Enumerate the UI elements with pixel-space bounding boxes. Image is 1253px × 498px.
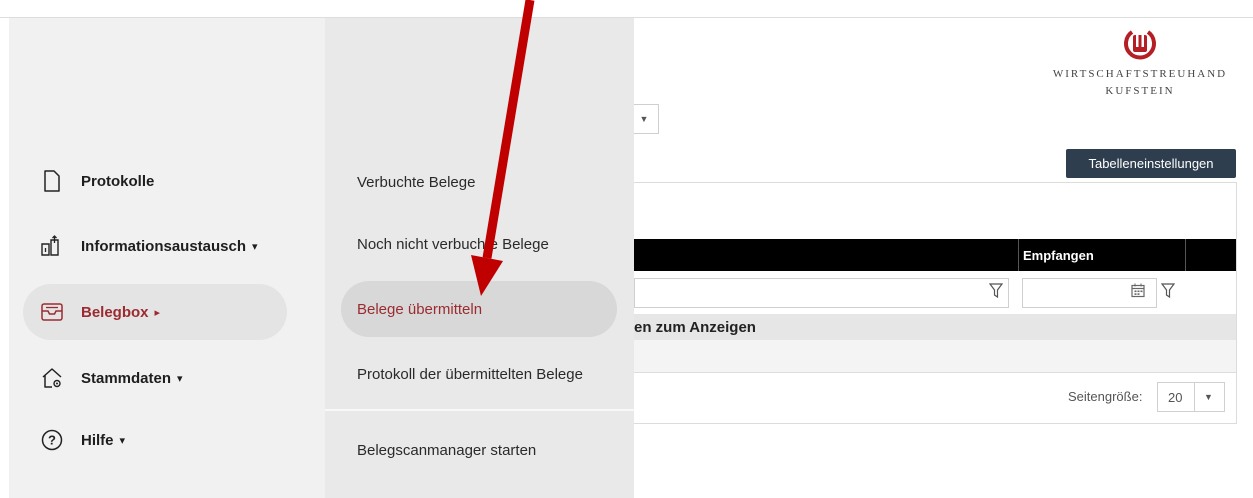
logo-line2: KUFSTEIN — [1105, 85, 1175, 97]
belegbox-submenu: Verbuchte Belege Noch nicht verbuchte Be… — [325, 18, 634, 498]
page-size-select[interactable]: 20 ▼ — [1157, 382, 1225, 412]
filter-input-column[interactable] — [634, 278, 1009, 308]
chevron-down-icon: ▾ — [119, 434, 126, 447]
submenu-item-verbuchte-belege[interactable]: Verbuchte Belege — [341, 159, 617, 205]
filter-icon-empfangen[interactable] — [1160, 283, 1176, 302]
chevron-down-icon: ▾ — [177, 372, 183, 385]
sidebar-item-label: Belegbox — [81, 303, 149, 321]
help-icon: ? — [37, 427, 67, 453]
sidebar-item-label: Hilfe — [81, 431, 114, 449]
company-logo: WIRTSCHAFTSTREUHAND KUFSTEIN — [1040, 28, 1240, 99]
filter-dropdown-toggle[interactable]: ▼ — [630, 104, 659, 134]
calendar-icon[interactable] — [1131, 283, 1145, 301]
chevron-down-icon: ▾ — [252, 240, 258, 253]
sidebar-item-stammdaten[interactable]: Stammdaten ▾ — [23, 350, 287, 406]
logo-emblem-icon — [1124, 30, 1156, 60]
sidebar-item-informationsaustausch[interactable]: Informationsaustausch ▾ — [23, 218, 287, 274]
sidebar-item-label: Informationsaustausch — [81, 237, 247, 255]
table-settings-button[interactable]: Tabelleneinstellungen — [1066, 149, 1236, 178]
sidebar-item-belegbox[interactable]: Belegbox ▸ — [23, 284, 287, 340]
sidebar-item-protokolle[interactable]: Protokolle — [23, 153, 287, 209]
column-header-empfangen[interactable]: Empfangen — [1018, 239, 1186, 271]
sidebar-item-hilfe[interactable]: ? Hilfe ▾ — [23, 412, 287, 468]
logo-line1: WIRTSCHAFTSTREUHAND — [1052, 68, 1228, 80]
submenu-divider — [325, 409, 634, 411]
submenu-item-noch-nicht-verbuchte[interactable]: Noch nicht verbuchte Belege — [341, 221, 617, 267]
home-settings-icon — [37, 365, 67, 391]
submenu-item-protokoll-uebermittelt[interactable]: Protokoll der übermittelten Belege — [341, 351, 617, 397]
submenu-item-belege-uebermitteln[interactable]: Belege übermitteln — [341, 281, 617, 337]
sidebar-item-label: Stammdaten — [81, 369, 172, 387]
inbox-icon — [37, 299, 67, 325]
empty-row — [634, 340, 1236, 373]
exchange-icon — [37, 233, 67, 259]
document-icon — [37, 168, 67, 194]
submenu-item-belegscanmanager[interactable]: Belegscanmanager starten — [341, 427, 617, 473]
page-size-value: 20 — [1168, 389, 1183, 405]
sidebar: Protokolle Informationsaustausch ▾ Beleg… — [9, 18, 325, 498]
filter-icon[interactable] — [988, 283, 1004, 302]
svg-text:?: ? — [48, 433, 56, 448]
chevron-right-icon: ▸ — [154, 306, 161, 319]
chevron-down-icon: ▼ — [1204, 392, 1213, 402]
no-data-message: en zum Anzeigen — [634, 314, 1236, 340]
sidebar-item-label: Protokolle — [81, 172, 155, 190]
page-size-label: Seitengröße: — [1068, 389, 1143, 404]
